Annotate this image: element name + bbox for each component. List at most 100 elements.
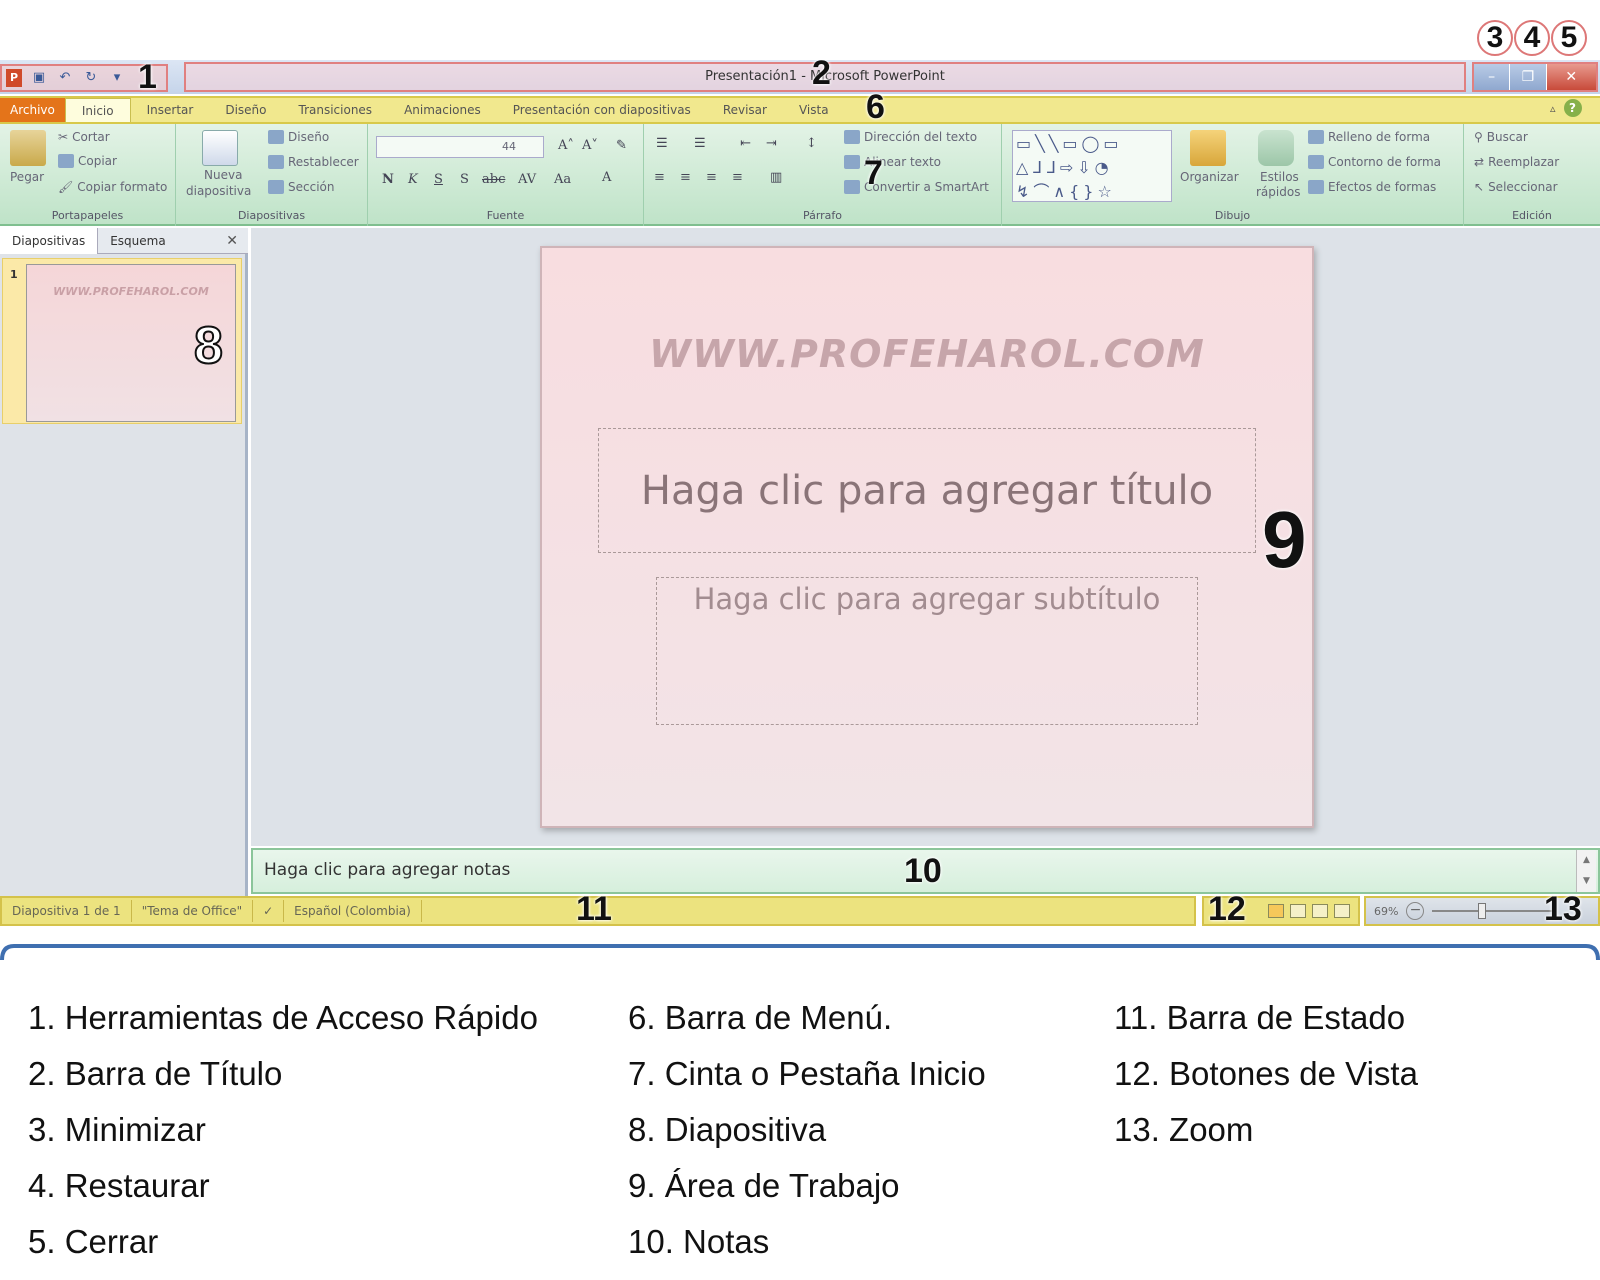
shape-effects-label: Efectos de formas — [1328, 180, 1437, 194]
section-icon — [268, 180, 284, 194]
status-language[interactable]: Español (Colombia) — [284, 900, 422, 922]
columns-icon[interactable]: ▥ — [770, 170, 782, 185]
callout-12: 12 — [1208, 890, 1246, 928]
font-size-box[interactable]: 44 — [498, 136, 544, 158]
text-direction-button[interactable]: Dirección del texto — [844, 130, 977, 144]
tab-presentacion[interactable]: Presentación con diapositivas — [497, 98, 707, 122]
strikethrough-button[interactable]: abc — [482, 172, 505, 187]
tab-revisar[interactable]: Revisar — [707, 98, 783, 122]
tab-esquema[interactable]: Esquema — [98, 228, 177, 254]
slide-sorter-view-icon[interactable] — [1290, 904, 1306, 918]
tab-diseno[interactable]: Diseño — [209, 98, 282, 122]
legend-item: 11. Barra de Estado — [1114, 999, 1406, 1036]
save-icon[interactable]: ▣ — [30, 69, 48, 87]
scissors-icon: ✂ — [58, 130, 69, 144]
slides-pane-tabs: Diapositivas Esquema ✕ — [0, 227, 248, 254]
shapes-icons: ▭╲╲▭◯▭ △ᒧᒧ⇨⇩◔ ↯⌒∧{}☆ — [1016, 134, 1123, 201]
align-right-icon[interactable]: ≡ — [706, 170, 717, 185]
arrange-icon[interactable] — [1190, 130, 1226, 166]
grow-font-icon[interactable]: A˄ — [558, 138, 574, 153]
reset-button[interactable]: Restablecer — [268, 155, 359, 169]
close-pane-icon[interactable]: ✕ — [226, 233, 248, 249]
collapse-ribbon-icon[interactable]: ▵ — [1550, 102, 1556, 115]
align-center-icon[interactable]: ≡ — [680, 170, 691, 185]
layout-label: Diseño — [288, 130, 330, 144]
normal-view-icon[interactable] — [1268, 904, 1284, 918]
line-spacing-icon[interactable]: ↕ — [806, 136, 817, 151]
paste-icon[interactable] — [10, 130, 46, 166]
replace-button[interactable]: ⇄ Reemplazar — [1474, 155, 1559, 169]
reading-view-icon[interactable] — [1312, 904, 1328, 918]
shape-fill-label: Relleno de forma — [1328, 130, 1431, 144]
change-case-button[interactable]: Aa — [554, 172, 571, 187]
decrease-indent-icon[interactable]: ⇤ — [740, 136, 751, 151]
quick-styles-icon[interactable] — [1258, 130, 1294, 166]
section-button[interactable]: Sección — [268, 180, 334, 194]
bracket-divider — [0, 944, 1600, 961]
callout-9: 9 — [1262, 495, 1307, 584]
tab-archivo[interactable]: Archivo — [0, 98, 65, 122]
bullets-icon[interactable]: ☰ — [656, 136, 668, 151]
legend-item: 4. Restaurar — [28, 1167, 210, 1204]
slideshow-view-icon[interactable] — [1334, 904, 1350, 918]
copy-label: Copiar — [78, 154, 117, 168]
underline-button[interactable]: S — [434, 172, 443, 187]
tab-insertar[interactable]: Insertar — [131, 98, 210, 122]
new-slide-label-1[interactable]: Nueva — [204, 168, 242, 182]
legend-item: 12. Botones de Vista — [1114, 1055, 1418, 1092]
spellcheck-icon[interactable]: ✓ — [253, 900, 285, 922]
align-text-button[interactable]: Alinear texto — [844, 155, 941, 169]
minimize-button[interactable]: – — [1474, 64, 1510, 90]
bold-button[interactable]: N — [382, 172, 394, 187]
tab-vista[interactable]: Vista — [783, 98, 845, 122]
group-portapapeles: Pegar ✂ Cortar Copiar 🖌 Copiar formato Por… — [0, 124, 176, 226]
new-slide-label-2[interactable]: diapositiva — [186, 184, 251, 198]
format-painter-button[interactable]: 🖌 Copiar formato — [58, 180, 167, 194]
help-icon[interactable]: ? — [1563, 99, 1582, 117]
shrink-font-icon[interactable]: A˅ — [582, 138, 598, 153]
cut-button[interactable]: ✂ Cortar — [58, 130, 110, 144]
title-placeholder-text: Haga clic para agregar título — [640, 467, 1214, 514]
justify-icon[interactable]: ≡ — [732, 170, 743, 185]
shape-fill-button[interactable]: Relleno de forma — [1308, 130, 1430, 144]
font-color-button[interactable]: A — [602, 170, 611, 185]
clear-format-icon[interactable]: ✎ — [616, 138, 627, 153]
char-spacing-button[interactable]: AV — [518, 172, 536, 187]
zoom-out-icon[interactable]: − — [1406, 902, 1425, 920]
align-left-icon[interactable]: ≡ — [654, 170, 665, 185]
zoom-slider-thumb[interactable] — [1478, 903, 1487, 919]
undo-icon[interactable]: ↶ — [56, 69, 74, 87]
tab-transiciones[interactable]: Transiciones — [283, 98, 389, 122]
shadow-button[interactable]: S — [460, 172, 469, 187]
notes-scrollbar[interactable]: ▲ ▼ — [1576, 850, 1596, 892]
quick-styles-label-2[interactable]: rápidos — [1256, 185, 1300, 199]
status-slide-count: Diapositiva 1 de 1 — [2, 900, 132, 922]
customize-icon[interactable]: ▾ — [108, 69, 126, 87]
zoom-slider[interactable] — [1432, 903, 1553, 919]
find-button[interactable]: ⚲ Buscar — [1474, 130, 1528, 144]
select-button[interactable]: ↖ Seleccionar — [1474, 180, 1558, 194]
redo-icon[interactable]: ↻ — [82, 69, 100, 87]
legend-item: 13. Zoom — [1114, 1111, 1254, 1148]
tab-animaciones[interactable]: Animaciones — [388, 98, 497, 122]
quick-styles-label-1[interactable]: Estilos — [1260, 170, 1299, 184]
tab-inicio[interactable]: Inicio — [64, 98, 131, 122]
layout-button[interactable]: Diseño — [268, 130, 329, 144]
shape-effects-button[interactable]: Efectos de formas — [1308, 180, 1436, 194]
powerpoint-logo-icon[interactable]: P — [6, 69, 22, 87]
smartart-icon — [844, 180, 860, 194]
group-label-fuente: Fuente — [486, 209, 525, 222]
arrange-button[interactable]: Organizar — [1180, 170, 1239, 184]
new-slide-icon[interactable] — [202, 130, 238, 166]
copy-button[interactable]: Copiar — [58, 154, 117, 168]
shape-outline-button[interactable]: Contorno de forma — [1308, 155, 1441, 169]
restore-button[interactable]: ❐ — [1509, 64, 1546, 90]
close-button[interactable]: ✕ — [1545, 64, 1596, 90]
legend-item: 5. Cerrar — [28, 1223, 159, 1260]
increase-indent-icon[interactable]: ⇥ — [766, 136, 777, 151]
italic-button[interactable]: K — [408, 172, 418, 187]
zoom-level[interactable]: 69% — [1374, 905, 1398, 918]
paste-button[interactable]: Pegar — [10, 170, 44, 184]
tab-diapositivas[interactable]: Diapositivas — [0, 227, 99, 254]
numbering-icon[interactable]: ☰ — [694, 136, 706, 151]
